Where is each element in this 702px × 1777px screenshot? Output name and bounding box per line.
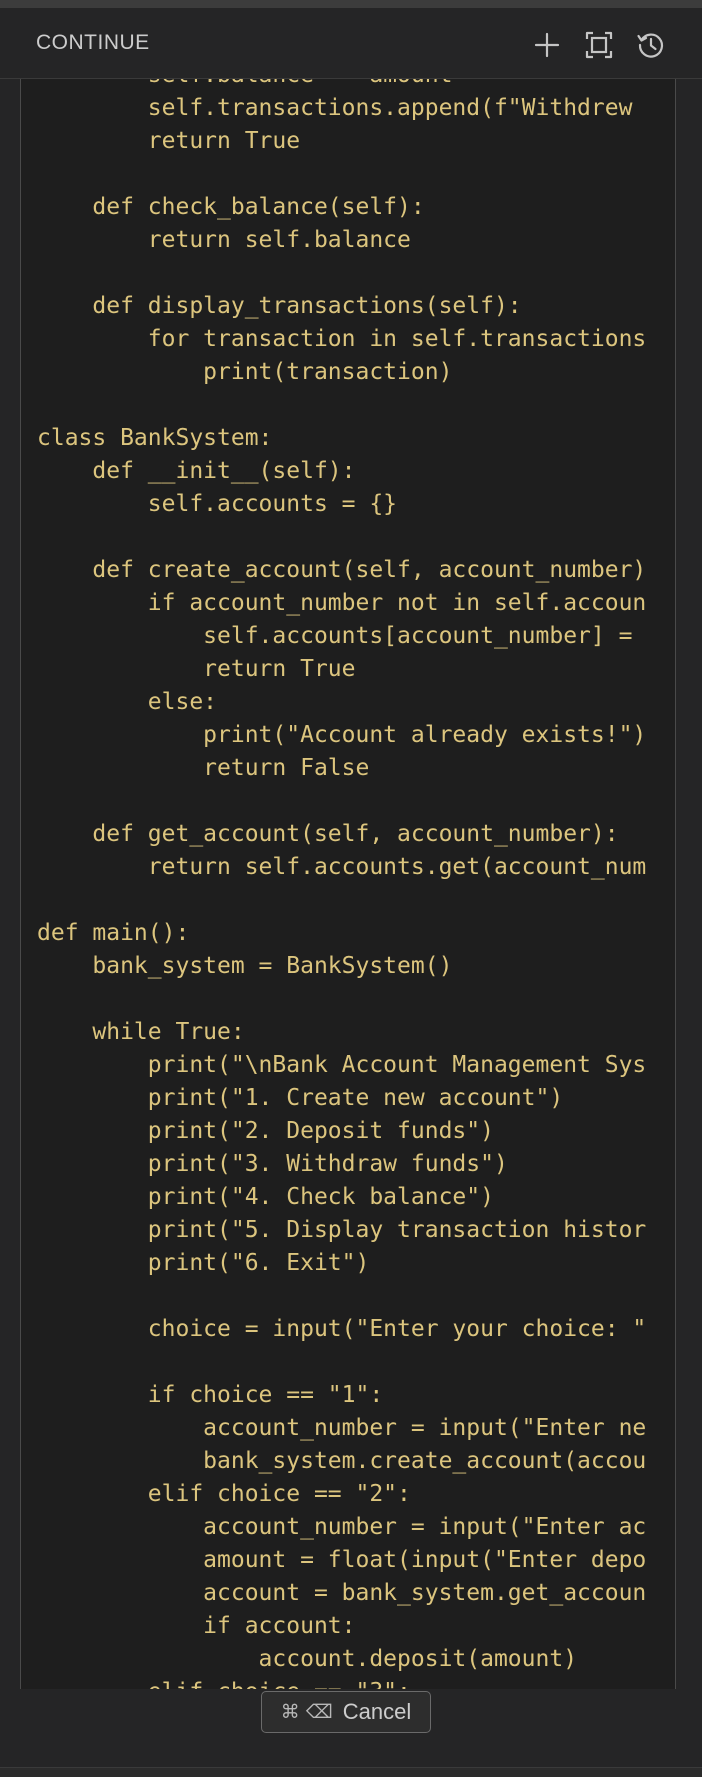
code-line: print("3. Withdraw funds")	[37, 1151, 508, 1177]
code-line: return True	[37, 128, 301, 154]
panel-header: CONTINUE	[0, 8, 702, 79]
code-line: return True	[37, 656, 356, 682]
code-line: account.deposit(amount)	[37, 1646, 578, 1672]
code-line: def get_account(self, account_number):	[37, 821, 619, 847]
code-line: print("6. Exit")	[37, 1250, 370, 1276]
code-line: self.balance -= amount	[37, 79, 646, 92]
code-line: bank_system.create_account(accou	[37, 1448, 647, 1474]
code-line: print("1. Create new account")	[37, 1085, 564, 1111]
code-line: def display_transactions(self):	[37, 293, 522, 319]
code-line: def main():	[37, 920, 190, 946]
code-line: if choice == "1":	[37, 1382, 384, 1408]
code-line: print(transaction)	[37, 359, 453, 385]
cancel-label: Cancel	[342, 1699, 412, 1724]
code-line: self.accounts[account_number] =	[37, 623, 633, 649]
code-line: choice = input("Enter your choice: "	[37, 1316, 647, 1342]
code-line: elif choice == "2":	[37, 1481, 411, 1507]
code-line: print("Account already exists!")	[37, 722, 647, 748]
code-line: if account:	[37, 1613, 356, 1639]
panel-title: CONTINUE	[36, 31, 150, 54]
code-line: bank_system = BankSystem()	[37, 953, 453, 979]
history-icon[interactable]	[634, 28, 668, 62]
code-line: class BankSystem:	[37, 425, 273, 451]
code-line: account_number = input("Enter ne	[37, 1415, 647, 1441]
code-line: elif choice == "3":	[37, 1676, 646, 1689]
code-line: return False	[37, 755, 370, 781]
code-line: def create_account(self, account_number)	[37, 557, 647, 583]
fullscreen-icon[interactable]	[582, 28, 616, 62]
code-line: return self.accounts.get(account_num	[37, 854, 647, 880]
panel-footer: ⌘ ⌫ Cancel	[0, 1689, 702, 1767]
code-line: def check_balance(self):	[37, 194, 425, 220]
code-line: account = bank_system.get_accoun	[37, 1580, 647, 1606]
code-line: if account_number not in self.accoun	[37, 590, 647, 616]
keyboard-shortcut-hint: ⌘ ⌫	[280, 1701, 333, 1723]
code-line: else:	[37, 689, 218, 715]
code-block: self.balance -= amount self.transactions…	[20, 79, 676, 1689]
plus-icon[interactable]	[530, 28, 564, 62]
window-top-strip	[0, 0, 702, 8]
code-line: return self.balance	[37, 227, 411, 253]
code-line: print("4. Check balance")	[37, 1184, 494, 1210]
code-line: self.transactions.append(f"Withdrew	[37, 95, 633, 121]
code-line: print("5. Display transaction histor	[37, 1217, 647, 1243]
code-line: print("\nBank Account Management Sys	[37, 1052, 647, 1078]
code-line: print("2. Deposit funds")	[37, 1118, 494, 1144]
code-line: account_number = input("Enter ac	[37, 1514, 647, 1540]
code-line: def __init__(self):	[37, 458, 356, 484]
cancel-button[interactable]: ⌘ ⌫ Cancel	[261, 1691, 431, 1733]
code-line: for transaction in self.transactions	[37, 326, 647, 352]
code-content: self.balance -= amount self.transactions…	[37, 79, 646, 1689]
code-line: amount = float(input("Enter depo	[37, 1547, 647, 1573]
code-line: self.accounts = {}	[37, 491, 398, 517]
code-line: while True:	[37, 1019, 245, 1045]
